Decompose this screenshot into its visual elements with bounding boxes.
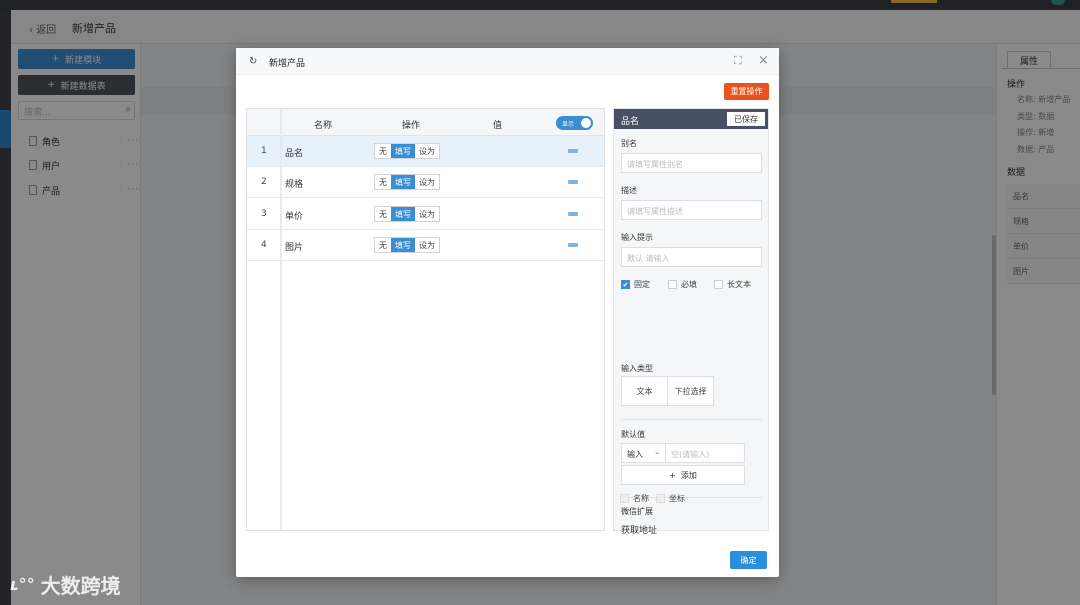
wechat-coordinate-checkbox[interactable]: 坐标 bbox=[656, 493, 685, 504]
operation-selector: 无 填写 设为 bbox=[374, 206, 440, 222]
saved-button[interactable]: 已保存 bbox=[727, 112, 765, 126]
op-set[interactable]: 设为 bbox=[415, 238, 439, 252]
chevron-down-icon: ⌄ bbox=[654, 448, 660, 456]
dialog-title: 新增产品 bbox=[269, 59, 306, 69]
input-type-label: 输入类型 bbox=[621, 364, 653, 373]
wechat-name-checkbox[interactable]: 名称 bbox=[620, 493, 649, 504]
row-name: 品名 bbox=[285, 149, 304, 159]
refresh-icon[interactable]: ↻ bbox=[249, 56, 257, 67]
long-text-checkbox[interactable]: 长文本 bbox=[714, 279, 751, 290]
row-name: 单价 bbox=[285, 212, 304, 222]
row-name: 规格 bbox=[285, 180, 304, 190]
reset-button[interactable]: 重置操作 bbox=[724, 83, 769, 100]
row-number: 4 bbox=[261, 240, 267, 250]
checkbox-icon bbox=[620, 494, 629, 503]
op-none[interactable]: 无 bbox=[375, 175, 391, 189]
description-label: 描述 bbox=[621, 186, 637, 195]
value-indicator[interactable] bbox=[568, 212, 578, 216]
field-properties-panel: 品名 已保存 别名 请填写属性别名 描述 请填写属性描述 输入提示 默认 请输入… bbox=[613, 108, 769, 536]
table-row[interactable]: 1 品名 无 填写 设为 bbox=[247, 136, 604, 167]
op-fill[interactable]: 填写 bbox=[391, 175, 415, 189]
value-indicator[interactable] bbox=[568, 243, 578, 247]
watermark: ʟ°° 大数跨境 bbox=[10, 570, 121, 599]
row-name: 图片 bbox=[285, 243, 304, 253]
checkbox-checked-icon: ✔ bbox=[621, 280, 630, 289]
checkbox-label: 长文本 bbox=[727, 280, 751, 289]
wechat-extension-label: 微信扩展 bbox=[621, 507, 653, 516]
row-number: 2 bbox=[261, 177, 267, 187]
checkbox-label: 固定 bbox=[634, 280, 650, 289]
watermark-logo-icon: ʟ°° bbox=[10, 575, 35, 594]
plus-icon: + bbox=[669, 470, 676, 480]
watermark-text: 大数跨境 bbox=[40, 574, 121, 598]
default-value-input[interactable]: 空(请输入) bbox=[665, 443, 745, 463]
alias-label: 别名 bbox=[621, 139, 637, 148]
new-product-dialog: ↻ 新增产品 ⛶ × 重置操作 名称 操作 值 显示 1 品名 无 填写 设为 bbox=[236, 48, 779, 577]
close-icon[interactable]: × bbox=[758, 53, 769, 68]
row-number: 3 bbox=[261, 209, 267, 219]
default-value-label: 默认值 bbox=[621, 430, 645, 439]
checkbox-icon bbox=[714, 280, 723, 289]
input-type-dropdown[interactable]: 下拉选择 bbox=[667, 376, 714, 406]
input-type-text[interactable]: 文本 bbox=[621, 376, 668, 406]
op-none[interactable]: 无 bbox=[375, 238, 391, 252]
value-indicator[interactable] bbox=[568, 180, 578, 184]
table-row[interactable]: 4 图片 无 填写 设为 bbox=[247, 230, 604, 261]
dialog-header: ↻ 新增产品 ⛶ × bbox=[236, 48, 779, 75]
value-indicator[interactable] bbox=[568, 149, 578, 153]
input-hint-label: 输入提示 bbox=[621, 233, 653, 242]
toggle-knob bbox=[581, 118, 591, 128]
checkbox-label: 坐标 bbox=[669, 494, 685, 503]
op-set[interactable]: 设为 bbox=[415, 144, 439, 158]
required-checkbox[interactable]: 必填 bbox=[668, 279, 697, 290]
divider bbox=[621, 419, 762, 420]
checkbox-icon bbox=[668, 280, 677, 289]
checkbox-icon bbox=[656, 494, 665, 503]
fullscreen-icon[interactable]: ⛶ bbox=[734, 54, 742, 68]
confirm-button[interactable]: 确定 bbox=[730, 551, 767, 569]
op-set[interactable]: 设为 bbox=[415, 175, 439, 189]
default-type-select[interactable]: 输入 ⌄ bbox=[621, 443, 666, 463]
op-fill[interactable]: 填写 bbox=[391, 207, 415, 221]
add-default-button[interactable]: + 添加 bbox=[621, 465, 745, 485]
alias-input[interactable]: 请填写属性别名 bbox=[621, 153, 762, 173]
properties-header: 品名 已保存 bbox=[614, 109, 768, 129]
op-fill[interactable]: 填写 bbox=[391, 238, 415, 252]
header-value: 值 bbox=[493, 121, 503, 131]
table-row[interactable]: 2 规格 无 填写 设为 bbox=[247, 167, 604, 198]
row-number: 1 bbox=[261, 146, 267, 156]
checkbox-label: 必填 bbox=[681, 280, 697, 289]
default-select-value: 输入 bbox=[627, 450, 643, 459]
operation-selector: 无 填写 设为 bbox=[374, 143, 440, 159]
table-row[interactable]: 3 单价 无 填写 设为 bbox=[247, 199, 604, 230]
show-toggle[interactable]: 显示 bbox=[556, 116, 593, 130]
operation-selector: 无 填写 设为 bbox=[374, 174, 440, 190]
op-none[interactable]: 无 bbox=[375, 144, 391, 158]
description-input[interactable]: 请填写属性描述 bbox=[621, 200, 762, 220]
op-fill[interactable]: 填写 bbox=[391, 144, 415, 158]
grid-header: 名称 操作 值 显示 bbox=[247, 109, 604, 136]
op-none[interactable]: 无 bbox=[375, 207, 391, 221]
operation-selector: 无 填写 设为 bbox=[374, 237, 440, 253]
toggle-label: 显示 bbox=[562, 121, 575, 128]
add-label: 添加 bbox=[680, 470, 697, 480]
input-hint-input[interactable]: 默认 请输入 bbox=[621, 247, 762, 267]
row-number-divider bbox=[280, 109, 282, 530]
header-operation: 操作 bbox=[402, 121, 421, 131]
fixed-checkbox[interactable]: ✔ 固定 bbox=[621, 279, 650, 290]
header-name: 名称 bbox=[314, 121, 333, 131]
field-grid: 名称 操作 值 显示 1 品名 无 填写 设为 2 规格 无 填写 设为 3 单… bbox=[246, 108, 605, 531]
op-set[interactable]: 设为 bbox=[415, 207, 439, 221]
checkbox-label: 名称 bbox=[633, 494, 649, 503]
properties-title: 品名 bbox=[621, 117, 640, 127]
get-address-label: 获取地址 bbox=[621, 526, 658, 536]
